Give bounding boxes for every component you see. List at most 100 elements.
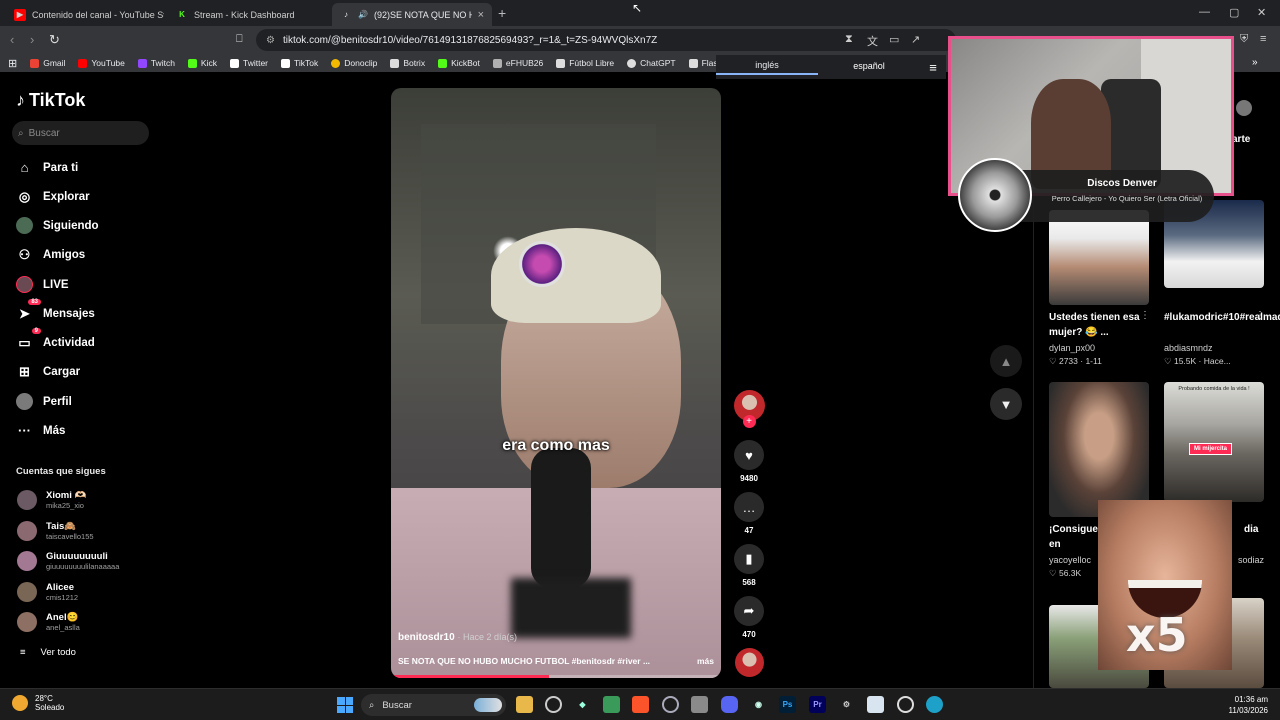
bookmark-gmail[interactable]: Gmail	[30, 58, 65, 68]
video-player[interactable]: era como mas benitosdr10 · Hace 2 día(s)…	[391, 88, 721, 678]
video-author[interactable]: benitosdr10 · Hace 2 día(s)	[398, 632, 517, 643]
start-button[interactable]	[337, 697, 353, 713]
nav-actividad[interactable]: ▭ 9 Actividad	[16, 328, 95, 351]
tab-tiktok-video[interactable]: ♪ 🔊 (92)SE NOTA QUE NO HUBO MUCHO ×	[332, 3, 492, 26]
sound-disc-button[interactable]	[733, 648, 765, 677]
bookmark-youtube[interactable]: YouTube	[78, 58, 125, 68]
nav-cargar[interactable]: ⊞ Cargar	[16, 363, 80, 380]
card-user[interactable]: abdiasmndz	[1164, 343, 1213, 353]
weather-widget[interactable]: 28°C Soleado	[12, 694, 64, 712]
nav-live[interactable]: LIVE	[16, 276, 69, 293]
nav-amigos[interactable]: ⚇ Amigos	[16, 246, 86, 263]
bookmark-efhub[interactable]: eFHUB26	[492, 58, 543, 68]
back-button[interactable]: ‹	[10, 32, 14, 47]
like-button[interactable]: ♥ 9480	[733, 440, 765, 483]
search-input[interactable]: ⌕ Buscar	[12, 121, 149, 145]
media-icon[interactable]: ⧗	[845, 33, 853, 46]
site-info-icon[interactable]: ⚙	[266, 35, 275, 46]
following-account[interactable]: Anel😊 anel_aslla	[17, 612, 80, 632]
cast-icon[interactable]: ▭	[889, 33, 899, 46]
bookmark-chatgpt[interactable]: ChatGPT	[627, 58, 676, 68]
video-thumbnail[interactable]	[1049, 382, 1149, 517]
nav-mas[interactable]: ··· Más	[16, 422, 65, 439]
translate-lang-source[interactable]: inglés	[716, 60, 818, 75]
following-account[interactable]: Xiomi 🫶🏻 mika25_xio	[17, 490, 86, 510]
bookmark-icon[interactable]: ⎕	[236, 33, 243, 46]
new-tab-button[interactable]: +	[498, 5, 506, 21]
media-player-icon[interactable]	[897, 696, 914, 713]
close-tab-icon[interactable]: ×	[478, 9, 484, 21]
share-button[interactable]: ➦ 470	[733, 596, 765, 639]
nav-explorar[interactable]: ◎ Explorar	[16, 188, 90, 205]
nav-para-ti[interactable]: ⌂ Para ti	[16, 159, 79, 176]
system-clock[interactable]: 01:36 am 11/03/2026	[1229, 694, 1268, 716]
card-user[interactable]: dylan_px00	[1049, 343, 1095, 353]
calculator-icon[interactable]	[691, 696, 708, 713]
tab-kick-dashboard[interactable]: K Stream - Kick Dashboard	[168, 3, 330, 26]
discord-icon[interactable]	[721, 696, 738, 713]
bookmark-kickbot[interactable]: KickBot	[438, 58, 480, 68]
card-title[interactable]: Ustedes tienen esa mujer? 😂 ...	[1049, 310, 1149, 340]
spreadsheet-icon[interactable]	[603, 696, 620, 713]
nav-perfil[interactable]: Perfil	[16, 393, 72, 410]
more-options-icon[interactable]: ⋮	[1255, 310, 1265, 321]
bookmark-kick[interactable]: Kick	[187, 58, 217, 68]
edge-icon[interactable]	[926, 696, 943, 713]
minimize-button[interactable]: —	[1199, 6, 1210, 18]
tab-youtube-studio[interactable]: ▶ Contenido del canal - YouTube Studio	[6, 3, 164, 26]
forward-button[interactable]: ›	[30, 32, 34, 47]
bookmark-twitch[interactable]: Twitch	[137, 58, 175, 68]
activity-icon: ▭ 9	[16, 328, 41, 351]
bookmark-botrix[interactable]: Botrix	[390, 58, 425, 68]
menu-icon[interactable]: ≡	[1260, 33, 1266, 45]
video-thumbnail[interactable]: Probando comida de la vida !	[1164, 382, 1264, 502]
settings-gear-icon[interactable]: ⚙	[838, 696, 855, 713]
nav-mensajes[interactable]: ➤ 83 Mensajes	[16, 299, 95, 322]
notepad-icon[interactable]	[867, 696, 884, 713]
chrome-icon[interactable]	[545, 696, 562, 713]
tiktok-logo[interactable]: ♪ TikTok	[16, 90, 85, 111]
see-all-button[interactable]: ≡ Ver todo	[20, 647, 76, 658]
translate-menu-icon[interactable]: ≡	[920, 60, 946, 75]
bookmark-twitter[interactable]: Twitter	[229, 58, 268, 68]
card-user[interactable]: yacoyelloc	[1049, 555, 1091, 565]
bookmark-futbol-libre[interactable]: Fútbol Libre	[556, 58, 614, 68]
close-window-button[interactable]: ✕	[1257, 6, 1266, 19]
more-link[interactable]: más	[697, 656, 714, 666]
share-icon[interactable]: ↗	[911, 33, 920, 46]
translate-icon[interactable]: 文	[867, 33, 878, 49]
bookmark-donoclip[interactable]: Donoclip	[331, 58, 377, 68]
comment-button[interactable]: … 47	[733, 492, 765, 535]
card-title[interactable]: dia	[1244, 522, 1274, 537]
following-account[interactable]: Giuuuuuuuuli giuuuuuuuulilanaaaaa	[17, 551, 119, 571]
video-thumbnail[interactable]	[1049, 210, 1149, 305]
video-progress-bar[interactable]	[391, 675, 721, 678]
brave-icon[interactable]	[632, 696, 649, 713]
next-video-button[interactable]: ▼	[990, 388, 1022, 420]
steam-icon[interactable]: ◉	[750, 696, 767, 713]
bookmark-tiktok[interactable]: TikTok	[281, 58, 318, 68]
reload-button[interactable]: ↻	[49, 32, 60, 48]
more-bookmarks-icon[interactable]: »	[1252, 57, 1258, 68]
card-user[interactable]: sodiaz	[1238, 555, 1264, 565]
following-account[interactable]: Alicee cmis1212	[17, 582, 78, 602]
shield-icon[interactable]: ⛨	[1240, 33, 1248, 46]
futbol-libre-icon	[556, 58, 566, 68]
translate-lang-target[interactable]: español	[818, 61, 920, 74]
maximize-button[interactable]: ▢	[1229, 6, 1239, 19]
premiere-icon[interactable]: Pr	[809, 696, 826, 713]
following-account[interactable]: Tais🙈 taiscavello155	[17, 521, 94, 541]
save-button[interactable]: ▮ 568	[733, 544, 765, 587]
follow-plus-icon[interactable]: +	[742, 415, 756, 428]
apps-icon[interactable]: ⊞	[8, 57, 17, 70]
app-icon[interactable]: ◆	[574, 696, 591, 713]
more-options-icon[interactable]: ⋮	[1140, 310, 1150, 321]
previous-video-button[interactable]: ▲	[990, 345, 1022, 377]
nav-siguiendo[interactable]: Siguiendo	[16, 217, 99, 234]
card-title[interactable]: #lukamodric#10#realmadridfc#ma...	[1164, 310, 1280, 325]
taskbar-search[interactable]: ⌕ Buscar	[361, 694, 506, 716]
photoshop-icon[interactable]: Ps	[779, 696, 796, 713]
obs-icon[interactable]	[662, 696, 679, 713]
file-explorer-icon[interactable]	[516, 696, 533, 713]
creator-avatar-button[interactable]: +	[733, 390, 765, 428]
